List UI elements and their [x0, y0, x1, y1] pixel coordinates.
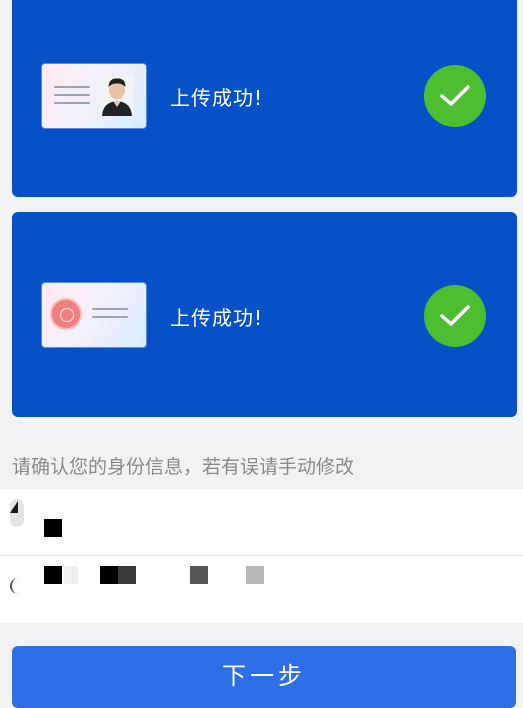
redacted-value: [44, 519, 62, 537]
id-number-field[interactable]: [0, 556, 523, 622]
national-emblem-icon: [52, 300, 80, 328]
upload-card-emblem-side[interactable]: 上传成功!: [12, 212, 517, 417]
upload-status-text: 上传成功!: [170, 306, 264, 330]
upload-status-text: 上传成功!: [170, 86, 264, 110]
upload-card-portrait-side[interactable]: 上传成功!: [12, 0, 517, 197]
redacted-label: [10, 578, 20, 594]
id-card-portrait-thumbnail: [42, 64, 146, 128]
check-circle-icon: [424, 285, 486, 347]
person-photo-icon: [100, 74, 134, 116]
identity-info-form: [0, 489, 523, 623]
name-field[interactable]: [0, 489, 523, 556]
redacted-value: [44, 566, 62, 584]
id-card-emblem-thumbnail: [42, 283, 146, 347]
check-circle-icon: [424, 65, 486, 127]
confirm-info-hint: 请确认您的身份信息，若有误请手动修改: [12, 456, 355, 478]
next-step-button[interactable]: 下一步: [12, 646, 516, 708]
